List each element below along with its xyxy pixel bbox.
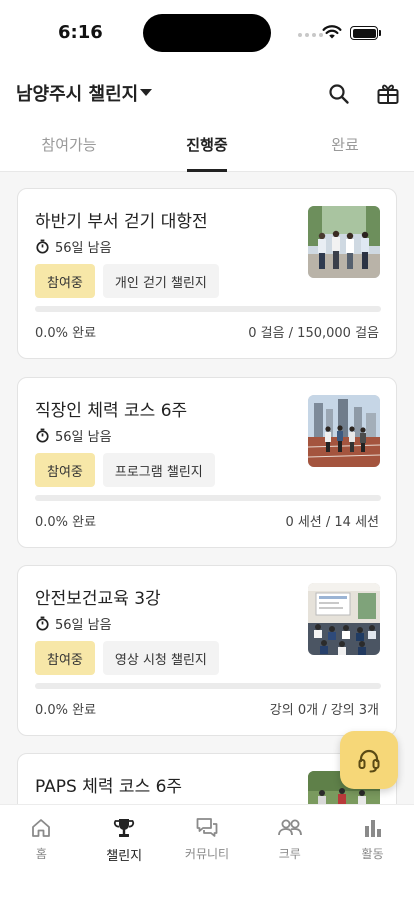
challenge-thumbnail xyxy=(308,395,380,467)
progress-percent: 0.0% 완료 xyxy=(35,703,97,718)
progress-detail: 0 세션 / 14 세션 xyxy=(285,515,379,530)
gift-icon xyxy=(377,84,399,104)
search-icon xyxy=(329,84,349,104)
status-badge: 참여중 xyxy=(35,453,95,487)
nav-label: 크루 xyxy=(278,847,301,861)
type-badge: 개인 걷기 챌린지 xyxy=(102,264,219,298)
classroom-lecture-photo xyxy=(308,583,380,655)
days-left: 56일 남음 xyxy=(35,614,112,633)
challenge-card[interactable]: 하반기 부서 걷기 대항전 56일 남음 참여중 개인 걷기 챌린지 0.0% … xyxy=(17,188,397,359)
tab-completed[interactable]: 완료 xyxy=(276,126,414,171)
nav-label: 활동 xyxy=(361,847,384,861)
nav-label: 챌린지 xyxy=(106,849,143,864)
progress-bar xyxy=(35,495,381,501)
challenge-thumbnail xyxy=(308,206,380,278)
battery-icon xyxy=(350,26,378,40)
challenge-title: PAPS 체력 코스 6주 xyxy=(35,777,183,797)
progress-bar xyxy=(35,683,381,689)
chat-icon xyxy=(194,815,220,841)
signal-icon xyxy=(298,33,323,37)
status-time: 6:16 xyxy=(58,22,103,43)
nav-activity[interactable]: 활동 xyxy=(331,805,414,900)
bottom-nav: 홈 챌린지 커뮤니티 크루 활동 xyxy=(0,804,414,900)
nav-label: 홈 xyxy=(35,847,47,861)
days-left-text: 56일 남음 xyxy=(55,430,112,445)
challenge-card[interactable]: 직장인 체력 코스 6주 56일 남음 참여중 프로그램 챌린지 0.0% 완료… xyxy=(17,377,397,548)
tab-in-progress[interactable]: 진행중 xyxy=(138,126,276,171)
wifi-icon xyxy=(322,25,342,39)
gift-button[interactable] xyxy=(372,78,404,110)
people-icon xyxy=(277,815,303,841)
headset-icon xyxy=(358,749,380,773)
trophy-icon xyxy=(111,815,137,841)
nav-label: 커뮤니티 xyxy=(184,847,230,861)
days-left-text: 56일 남음 xyxy=(55,241,112,256)
challenge-title: 하반기 부서 걷기 대항전 xyxy=(35,212,208,232)
stopwatch-icon xyxy=(36,428,49,443)
badges: 참여중 프로그램 챌린지 xyxy=(35,453,215,487)
progress-percent: 0.0% 완료 xyxy=(35,326,97,341)
badges: 참여중 영상 시청 챌린지 xyxy=(35,641,219,675)
nav-crew[interactable]: 크루 xyxy=(248,805,331,900)
nav-home[interactable]: 홈 xyxy=(0,805,83,900)
status-bar: 6:16 xyxy=(0,0,414,62)
running-track-photo xyxy=(308,395,380,467)
type-badge: 영상 시청 챌린지 xyxy=(102,641,219,675)
stopwatch-icon xyxy=(36,616,49,631)
home-icon xyxy=(28,815,54,841)
challenge-title: 안전보건교육 3강 xyxy=(35,589,161,609)
region-selector[interactable]: 남양주시 챌린지 xyxy=(16,80,138,106)
stopwatch-icon xyxy=(36,239,49,254)
nav-community[interactable]: 커뮤니티 xyxy=(166,805,249,900)
type-badge: 프로그램 챌린지 xyxy=(102,453,215,487)
challenge-list[interactable]: 하반기 부서 걷기 대항전 56일 남음 참여중 개인 걷기 챌린지 0.0% … xyxy=(0,172,414,804)
app-header: 남양주시 챌린지 xyxy=(0,72,414,116)
challenge-card[interactable]: 안전보건교육 3강 56일 남음 참여중 영상 시청 챌린지 0.0% 완료 강… xyxy=(17,565,397,736)
tab-available[interactable]: 참여가능 xyxy=(0,126,138,171)
nav-challenge[interactable]: 챌린지 xyxy=(83,805,166,900)
progress-detail: 0 걸음 / 150,000 걸음 xyxy=(248,326,379,341)
status-badge: 참여중 xyxy=(35,641,95,675)
dynamic-island xyxy=(143,14,271,52)
status-badge: 참여중 xyxy=(35,264,95,298)
search-button[interactable] xyxy=(323,78,355,110)
battery-tip xyxy=(379,30,381,36)
progress-bar xyxy=(35,306,381,312)
badges: 참여중 개인 걷기 챌린지 xyxy=(35,264,219,298)
progress-detail: 강의 0개 / 강의 3개 xyxy=(269,703,379,718)
bar-chart-icon xyxy=(360,815,386,841)
challenge-tabs: 참여가능 진행중 완료 xyxy=(0,126,414,172)
office-workers-walking-photo xyxy=(308,206,380,278)
support-fab[interactable] xyxy=(340,731,398,789)
progress-percent: 0.0% 완료 xyxy=(35,515,97,530)
days-left-text: 56일 남음 xyxy=(55,618,112,633)
caret-down-icon[interactable] xyxy=(140,89,152,96)
challenge-thumbnail xyxy=(308,583,380,655)
days-left: 56일 남음 xyxy=(35,237,112,256)
days-left: 56일 남음 xyxy=(35,426,112,445)
challenge-title: 직장인 체력 코스 6주 xyxy=(35,401,188,421)
